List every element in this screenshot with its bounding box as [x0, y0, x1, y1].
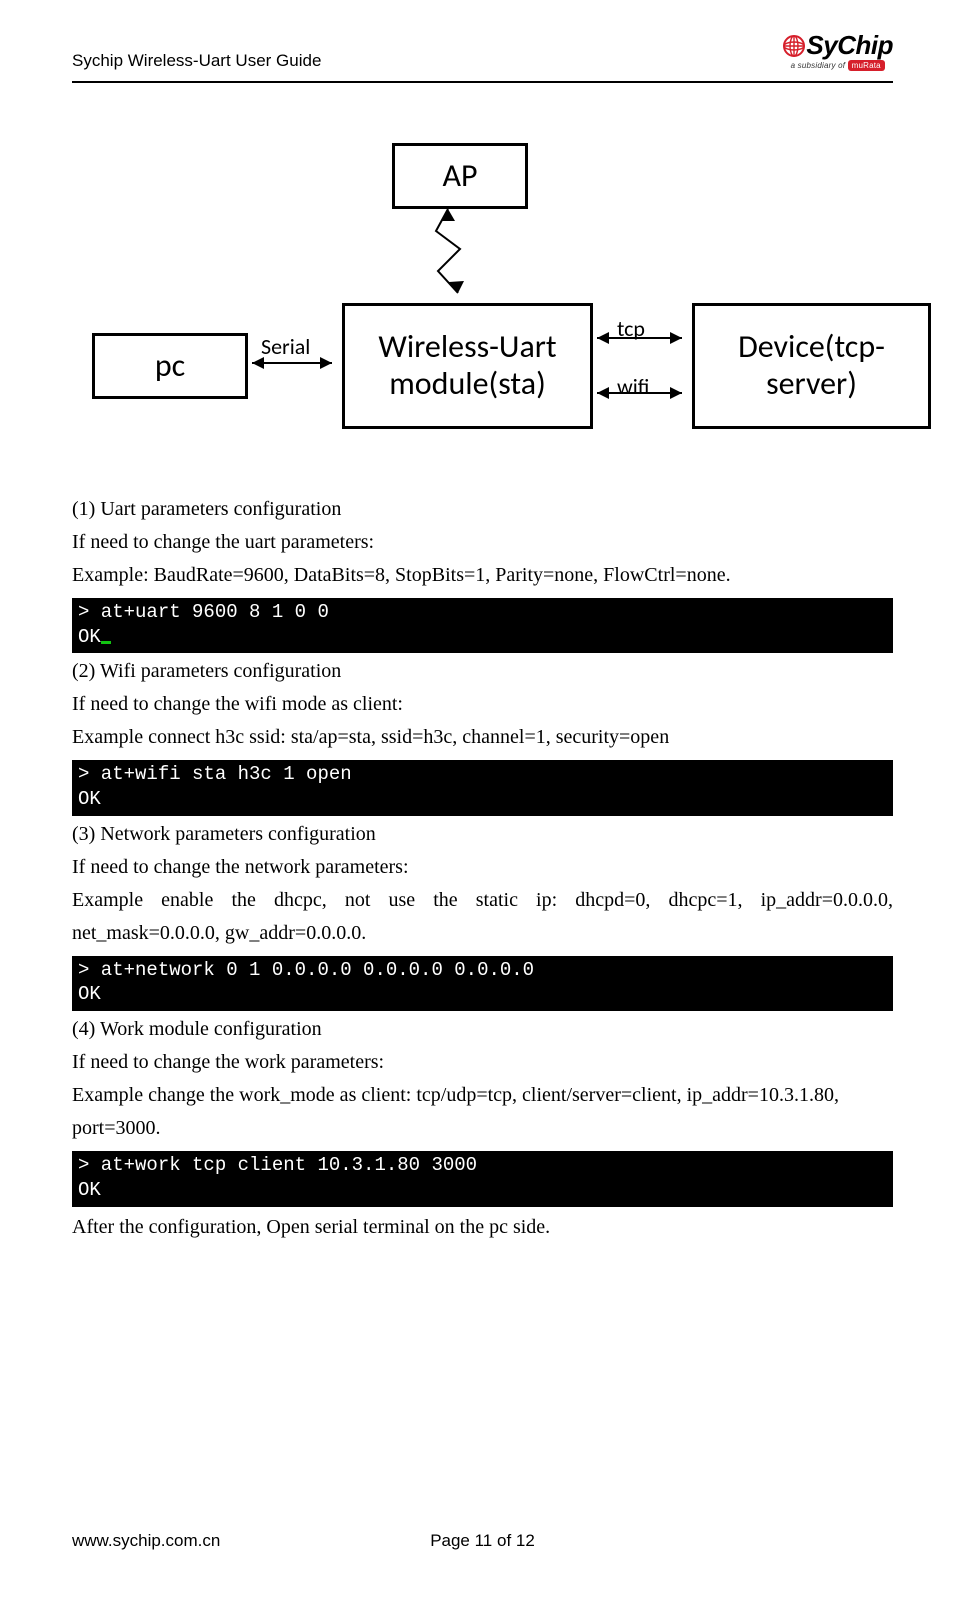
terminal-3: > at+network 0 1 0.0.0.0 0.0.0.0 0.0.0.0… [72, 956, 893, 1011]
closing-line: After the configuration, Open serial ter… [72, 1211, 893, 1244]
terminal-4-line1: > at+work tcp client 10.3.1.80 3000 [78, 1154, 477, 1176]
logo: SyChip a subsidiary of muRata [782, 32, 893, 71]
section-3-head: (3) Network parameters configuration [72, 818, 893, 851]
section-1-head: (1) Uart parameters configuration [72, 493, 893, 526]
footer-page-number: Page 11 of 12 [72, 1531, 893, 1551]
globe-icon [782, 34, 806, 58]
diagram-box-pc: pc [92, 333, 248, 399]
cursor-icon [101, 641, 111, 644]
topology-diagram: AP pc Wireless-Uart module(sta) Device(t… [72, 143, 893, 443]
diagram-wu-line1: Wireless-Uart [378, 329, 556, 366]
section-2-intro: If need to change the wifi mode as clien… [72, 688, 893, 721]
diagram-pc-label: pc [155, 348, 185, 385]
diagram-label-tcp: tcp [617, 315, 645, 342]
section-3-example: Example enable the dhcpc, not use the st… [72, 884, 893, 950]
page-footer: www.sychip.com.cn Page 11 of 12 [72, 1531, 893, 1551]
diagram-box-wireless-uart: Wireless-Uart module(sta) [342, 303, 593, 429]
diagram-box-ap: AP [392, 143, 528, 209]
section-2-head: (2) Wifi parameters configuration [72, 655, 893, 688]
diagram-label-serial: Serial [261, 333, 310, 360]
terminal-2-line2: OK [78, 788, 101, 810]
header-divider [72, 81, 893, 83]
logo-sub-brand: muRata [848, 60, 885, 71]
section-4-intro: If need to change the work parameters: [72, 1046, 893, 1079]
terminal-1-line1: > at+uart 9600 8 1 0 0 [78, 601, 329, 623]
diagram-dv-line1: Device(tcp- [738, 329, 885, 366]
section-1-example: Example: BaudRate=9600, DataBits=8, Stop… [72, 559, 893, 592]
body-content: (1) Uart parameters configuration If nee… [72, 493, 893, 1244]
terminal-1: > at+uart 9600 8 1 0 0 OK [72, 598, 893, 653]
diagram-ap-label: AP [442, 158, 477, 195]
section-4-example: Example change the work_mode as client: … [72, 1079, 893, 1145]
terminal-4-line2: OK [78, 1179, 101, 1201]
logo-text: SyChip [806, 32, 893, 58]
logo-sub-prefix: a subsidiary of [791, 61, 848, 70]
page-header: Sychip Wireless-Uart User Guide SyChip a… [72, 32, 893, 77]
terminal-3-line1: > at+network 0 1 0.0.0.0 0.0.0.0 0.0.0.0 [78, 959, 534, 981]
terminal-1-line2: OK [78, 626, 101, 648]
section-2-example: Example connect h3c ssid: sta/ap=sta, ss… [72, 721, 893, 754]
diagram-label-wifi: wifi [617, 373, 649, 400]
terminal-2-line1: > at+wifi sta h3c 1 open [78, 763, 352, 785]
logo-subtitle: a subsidiary of muRata [791, 60, 885, 71]
terminal-3-line2: OK [78, 983, 101, 1005]
terminal-4: > at+work tcp client 10.3.1.80 3000 OK [72, 1151, 893, 1206]
diagram-wu-line2: module(sta) [389, 366, 546, 403]
section-1-intro: If need to change the uart parameters: [72, 526, 893, 559]
diagram-dv-line2: server) [766, 366, 857, 403]
terminal-2: > at+wifi sta h3c 1 open OK [72, 760, 893, 815]
section-3-intro: If need to change the network parameters… [72, 851, 893, 884]
doc-title: Sychip Wireless-Uart User Guide [72, 51, 321, 71]
section-4-head: (4) Work module configuration [72, 1013, 893, 1046]
diagram-box-device: Device(tcp- server) [692, 303, 931, 429]
